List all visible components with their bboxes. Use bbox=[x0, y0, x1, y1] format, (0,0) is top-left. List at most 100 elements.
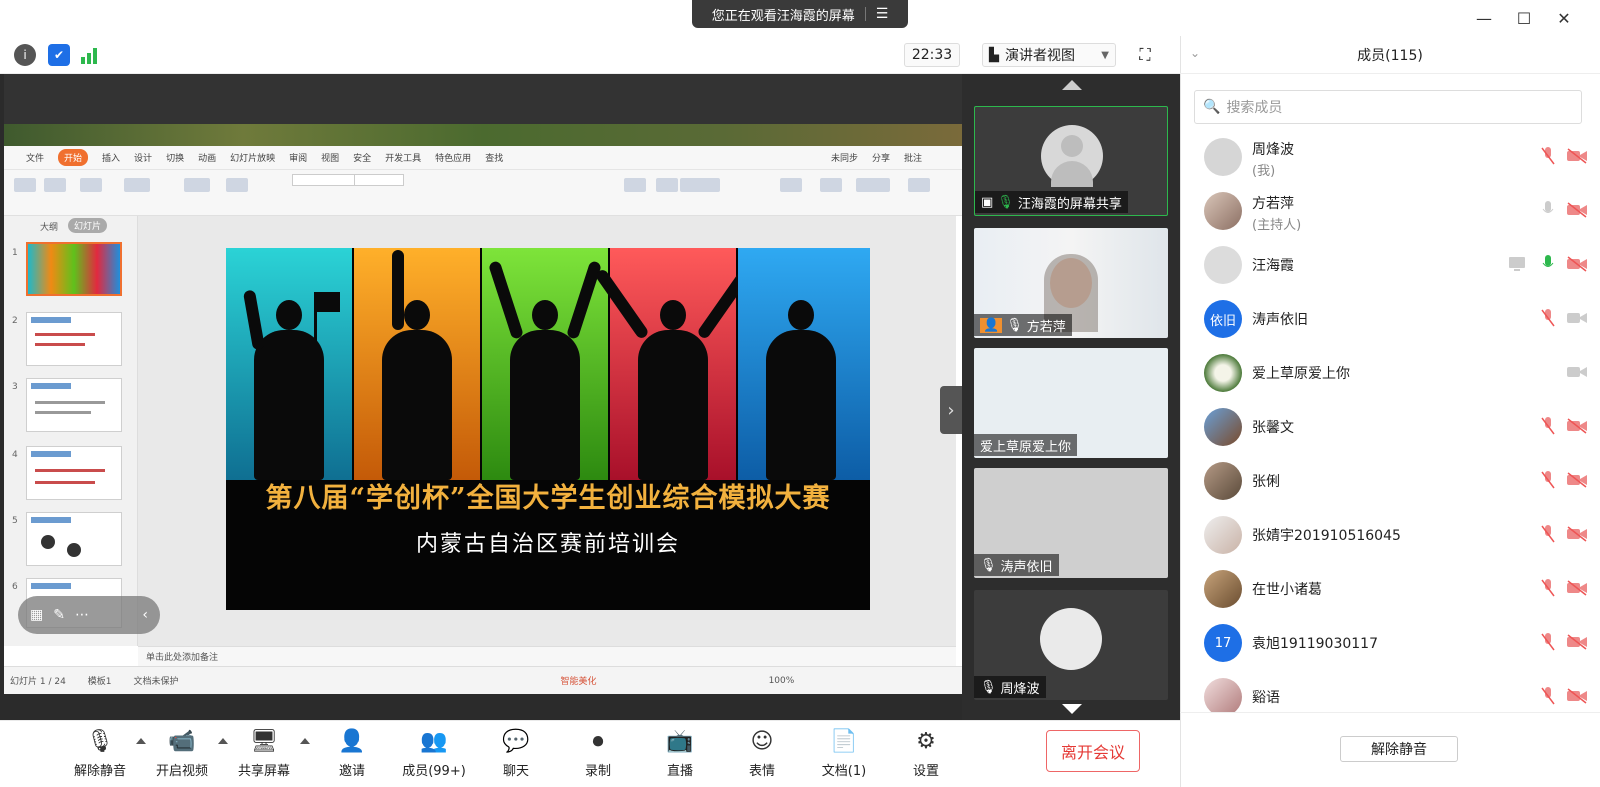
member-row[interactable]: 在世小诸葛 bbox=[1180, 562, 1600, 616]
mic-muted-icon[interactable] bbox=[1540, 146, 1556, 166]
menu-share[interactable]: 分享 bbox=[872, 151, 890, 164]
grid-icon[interactable]: ▦ bbox=[30, 607, 43, 623]
close-icon[interactable]: ✕ bbox=[1554, 8, 1574, 28]
settings-button[interactable]: ⚙ 设置 bbox=[888, 728, 964, 784]
menu-sync[interactable]: 未同步 bbox=[831, 151, 858, 164]
slide-thumbnail[interactable] bbox=[26, 242, 122, 296]
menu-search[interactable]: 查找 bbox=[485, 151, 503, 164]
camera-icon[interactable] bbox=[1566, 364, 1588, 380]
member-row[interactable]: 依旧 涛声依旧 bbox=[1180, 292, 1600, 346]
menu-features[interactable]: 特色应用 bbox=[435, 151, 471, 164]
member-row[interactable]: 方若萍 (主持人) bbox=[1180, 184, 1600, 238]
members-button[interactable]: 👥 成员(99+) bbox=[396, 728, 472, 784]
mic-muted-icon[interactable] bbox=[1540, 632, 1556, 652]
chevron-up-icon[interactable] bbox=[300, 738, 310, 744]
mic-active-icon[interactable] bbox=[1540, 254, 1556, 274]
minimize-icon[interactable]: — bbox=[1474, 8, 1494, 28]
menu-security[interactable]: 安全 bbox=[353, 151, 371, 164]
desktop-icons-strip bbox=[4, 124, 962, 146]
mic-muted-icon[interactable] bbox=[1540, 524, 1556, 544]
camera-off-icon[interactable] bbox=[1566, 472, 1588, 488]
member-row[interactable]: 周烽波 (我) bbox=[1180, 130, 1600, 184]
menu-insert[interactable]: 插入 bbox=[102, 151, 120, 164]
camera-off-icon[interactable] bbox=[1566, 688, 1588, 704]
video-tile[interactable]: 🎙 周烽波 bbox=[974, 590, 1168, 700]
camera-off-icon[interactable] bbox=[1566, 148, 1588, 164]
member-row[interactable]: 爱上草原爱上你 bbox=[1180, 346, 1600, 400]
record-button[interactable]: ⏺ 录制 bbox=[560, 728, 636, 784]
menu-developer[interactable]: 开发工具 bbox=[385, 151, 421, 164]
floating-control[interactable]: ▦ ✎ ⋯ ‹ bbox=[18, 596, 160, 634]
mic-muted-icon[interactable] bbox=[1540, 308, 1556, 328]
slide-thumbnail[interactable] bbox=[26, 312, 122, 366]
member-row[interactable]: 张俐 bbox=[1180, 454, 1600, 508]
camera-off-icon[interactable] bbox=[1566, 526, 1588, 542]
invite-button[interactable]: 👤 邀请 bbox=[314, 728, 390, 784]
emoji-button[interactable]: ☺ 表情 bbox=[724, 728, 800, 784]
chevron-down-icon[interactable]: ⌄ bbox=[1190, 46, 1200, 60]
menu-home[interactable]: 开始 bbox=[58, 149, 89, 166]
zoom-level[interactable]: 100% bbox=[769, 676, 795, 686]
chevron-right-icon[interactable]: › bbox=[940, 386, 962, 434]
chevron-left-icon[interactable]: ‹ bbox=[142, 607, 148, 623]
fullscreen-icon[interactable]: ⛶ bbox=[1134, 44, 1156, 66]
slide-thumbnail[interactable] bbox=[26, 378, 122, 432]
info-icon[interactable]: i bbox=[14, 44, 36, 66]
share-screen-button[interactable]: 🖥 共享屏幕 bbox=[226, 728, 302, 784]
shield-icon[interactable]: ✔ bbox=[48, 44, 70, 66]
menu-file[interactable]: 文件 bbox=[26, 151, 44, 164]
member-row[interactable]: 17 袁旭19119030117 bbox=[1180, 616, 1600, 670]
maximize-icon[interactable]: ☐ bbox=[1514, 8, 1534, 28]
notes-bar[interactable]: 单击此处添加备注 bbox=[138, 646, 956, 666]
avatar bbox=[1041, 125, 1103, 187]
camera-off-icon[interactable] bbox=[1566, 634, 1588, 650]
menu-animation[interactable]: 动画 bbox=[198, 151, 216, 164]
video-tile[interactable]: 👤 🎙 方若萍 bbox=[974, 228, 1168, 338]
camera-off-icon[interactable] bbox=[1566, 418, 1588, 434]
menu-view[interactable]: 视图 bbox=[321, 151, 339, 164]
screen-share-banner[interactable]: 您正在观看汪海霞的屏幕 ☰ bbox=[692, 0, 908, 28]
mic-muted-icon[interactable] bbox=[1540, 470, 1556, 490]
member-row[interactable]: 张馨文 bbox=[1180, 400, 1600, 454]
member-row[interactable]: 汪海霞 bbox=[1180, 238, 1600, 292]
menu-comment[interactable]: 批注 bbox=[904, 151, 922, 164]
camera-off-icon[interactable] bbox=[1566, 202, 1588, 218]
document-button[interactable]: 📄 文档(1) bbox=[806, 728, 882, 784]
video-tile[interactable]: 🎙 涛声依旧 bbox=[974, 468, 1168, 578]
member-row[interactable]: 张婧宇201910516045 bbox=[1180, 508, 1600, 562]
unmute-button[interactable]: 🎙 解除静音 bbox=[62, 728, 138, 784]
slide-thumbnail[interactable] bbox=[26, 512, 122, 566]
camera-off-icon[interactable] bbox=[1566, 580, 1588, 596]
member-row[interactable]: 谿语 bbox=[1180, 670, 1600, 712]
camera-icon[interactable] bbox=[1566, 310, 1588, 326]
view-mode-dropdown[interactable]: ▙ 演讲者视图 ▼ bbox=[982, 43, 1116, 67]
list-icon[interactable]: ☰ bbox=[876, 6, 889, 22]
unmute-all-button[interactable]: 解除静音 bbox=[1340, 736, 1458, 762]
chat-button[interactable]: 💬 聊天 bbox=[478, 728, 554, 784]
mic-muted-icon[interactable] bbox=[1540, 578, 1556, 598]
pen-icon[interactable]: ✎ bbox=[53, 607, 65, 623]
scroll-down-icon[interactable] bbox=[1062, 704, 1082, 714]
status-beautify[interactable]: 智能美化 bbox=[561, 674, 597, 687]
menu-design[interactable]: 设计 bbox=[134, 151, 152, 164]
video-tile[interactable]: ▣ 🎙 汪海霞的屏幕共享 bbox=[974, 106, 1168, 216]
live-button[interactable]: 📺 直播 bbox=[642, 728, 718, 784]
menu-review[interactable]: 审阅 bbox=[289, 151, 307, 164]
slide-thumbnail[interactable] bbox=[26, 446, 122, 500]
menu-transition[interactable]: 切换 bbox=[166, 151, 184, 164]
tab-slides[interactable]: 幻灯片 bbox=[68, 218, 108, 233]
more-icon[interactable]: ⋯ bbox=[75, 607, 89, 623]
menu-slideshow[interactable]: 幻灯片放映 bbox=[230, 151, 275, 164]
camera-off-icon[interactable] bbox=[1566, 256, 1588, 272]
scroll-up-icon[interactable] bbox=[1062, 80, 1082, 90]
mic-icon[interactable] bbox=[1540, 200, 1556, 220]
mic-muted-icon[interactable] bbox=[1540, 416, 1556, 436]
video-tile[interactable]: 爱上草原爱上你 bbox=[974, 348, 1168, 458]
leave-meeting-button[interactable]: 离开会议 bbox=[1046, 730, 1140, 772]
color-strip bbox=[354, 248, 480, 480]
signal-icon[interactable] bbox=[80, 46, 100, 64]
start-video-button[interactable]: 📹 开启视频 bbox=[144, 728, 220, 784]
tab-outline[interactable]: 大纲 bbox=[40, 220, 58, 233]
mic-muted-icon[interactable] bbox=[1540, 686, 1556, 706]
member-search-input[interactable]: 🔍 搜索成员 bbox=[1194, 90, 1582, 124]
